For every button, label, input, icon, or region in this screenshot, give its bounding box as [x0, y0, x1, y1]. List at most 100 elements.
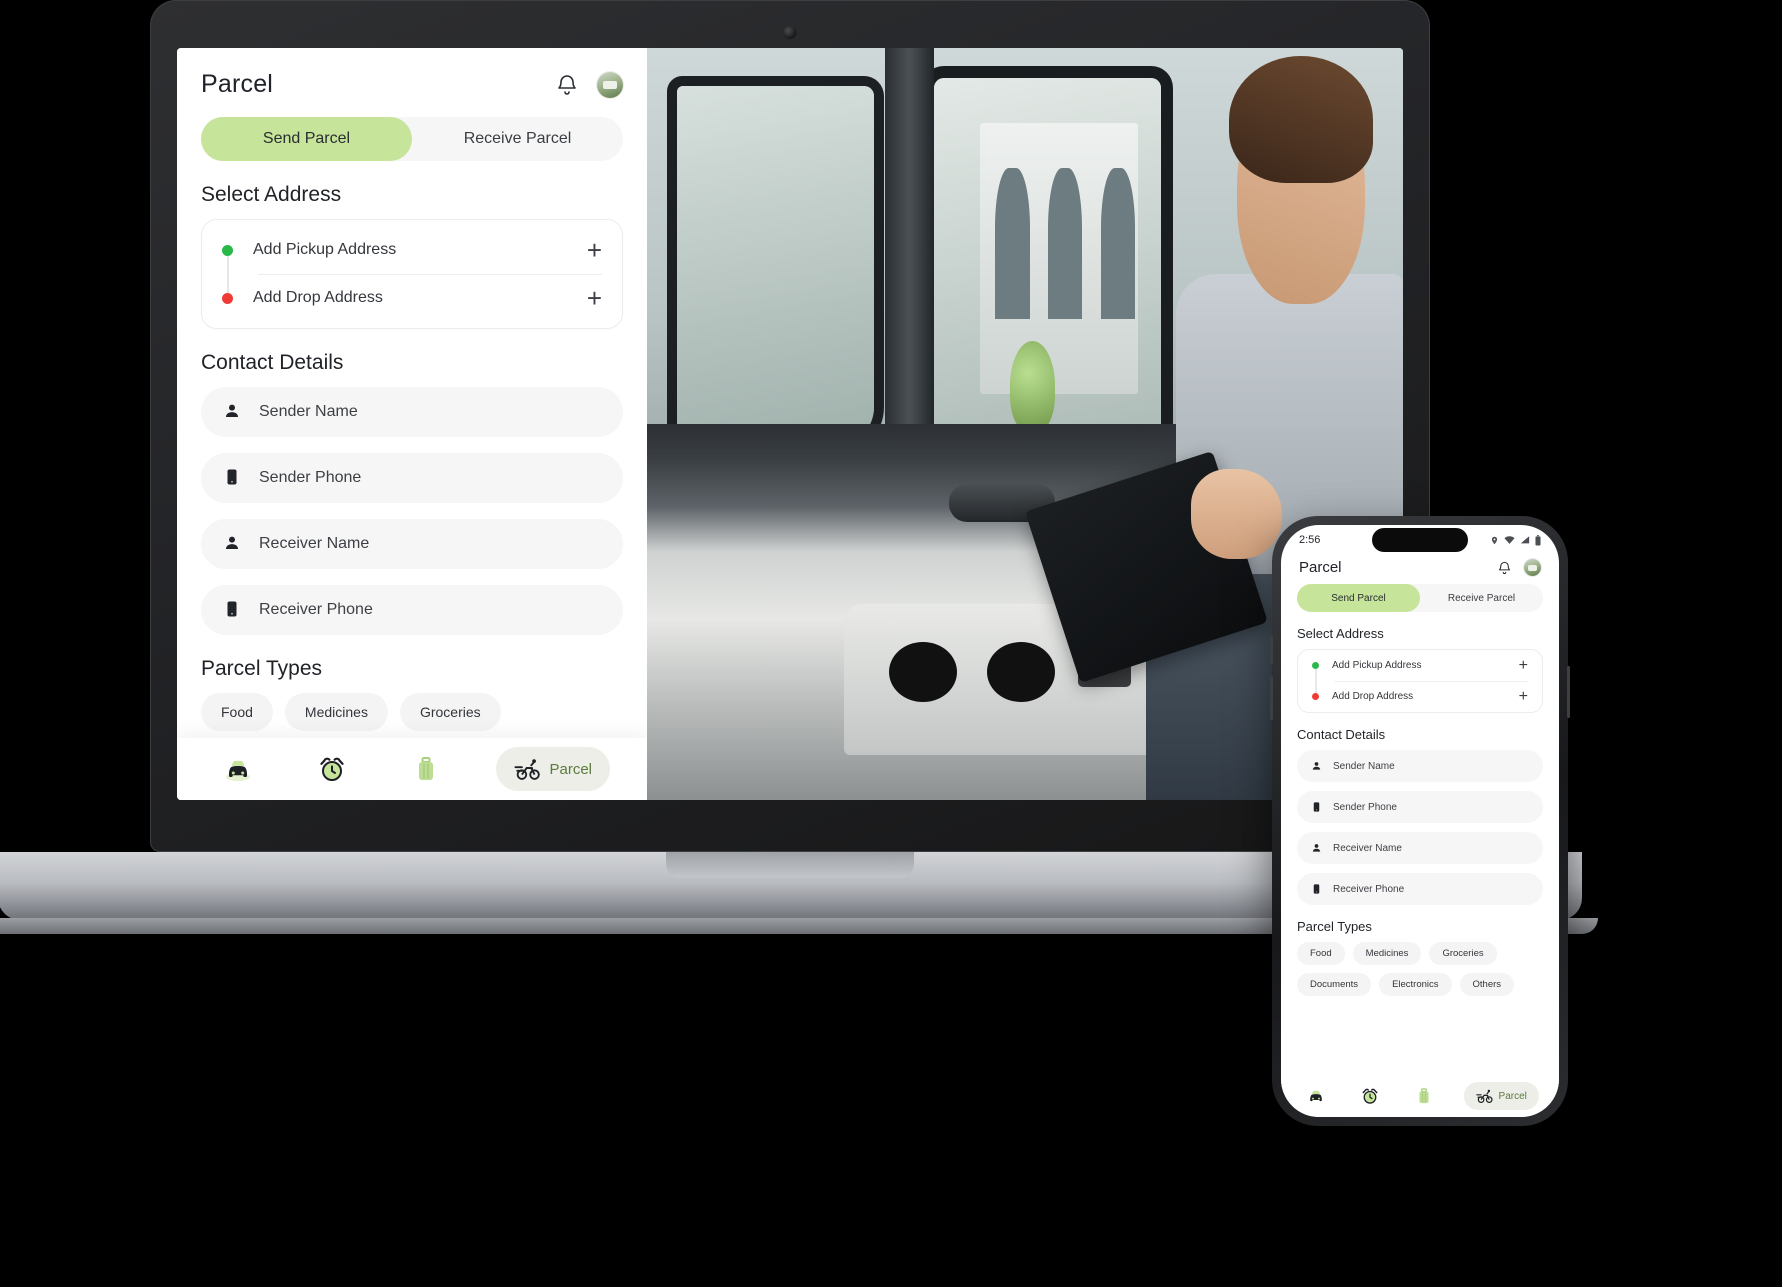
phone-add-drop-plus-icon[interactable]: +: [1519, 688, 1528, 705]
pickup-dot-icon: [222, 244, 233, 256]
photo-cupholder-1: [888, 642, 957, 703]
phone-receiver-phone-input[interactable]: Receiver Phone: [1297, 873, 1543, 905]
phone-volume-button[interactable]: [1270, 676, 1273, 720]
avatar[interactable]: [1524, 559, 1541, 576]
photo-passenger-hand: [1191, 469, 1283, 560]
phone-nav-item-schedule[interactable]: [1355, 1082, 1385, 1110]
phone-nav-item-parcel[interactable]: Parcel: [1463, 1082, 1539, 1110]
location-pin-icon: [1491, 536, 1498, 544]
pickup-dot-icon: [1312, 662, 1319, 669]
sender-phone-input[interactable]: Sender Phone: [201, 453, 623, 503]
sender-name-label: Sender Name: [259, 403, 358, 420]
app-header: Parcel: [177, 48, 647, 109]
laptop-base-notch: [666, 852, 914, 878]
phone-nav-label-parcel: Parcel: [1498, 1090, 1527, 1102]
phone-parcel-types-title: Parcel Types: [1297, 919, 1372, 934]
bike-icon: [513, 755, 542, 783]
chip-food[interactable]: Food: [201, 693, 273, 731]
drop-address-label: Add Drop Address: [253, 289, 383, 306]
bell-icon[interactable]: [555, 72, 579, 98]
tab-receive-parcel[interactable]: Receive Parcel: [412, 117, 623, 161]
address-card: Add Pickup Address + Add Drop Address +: [201, 219, 623, 329]
chip-medicines[interactable]: Medicines: [284, 693, 388, 731]
chip-groceries[interactable]: Groceries: [399, 693, 501, 731]
phone-chip-others[interactable]: Others: [1459, 973, 1515, 996]
alarm-clock-icon: [1361, 1087, 1379, 1105]
page-title: Parcel: [201, 70, 274, 98]
phone-row-add-drop-address[interactable]: Add Drop Address +: [1298, 681, 1542, 712]
phone-sender-name-input[interactable]: Sender Name: [1297, 750, 1543, 782]
phone-header-actions: [1497, 559, 1541, 576]
nav-item-schedule[interactable]: [308, 747, 356, 791]
suitcase-icon: [412, 755, 440, 783]
phone-display: 2:56 Parcel Send Parcel Receive Parcel S…: [1281, 525, 1559, 1117]
contact-details-title: Contact Details: [201, 351, 344, 374]
phone-select-address-title: Select Address: [1297, 626, 1384, 641]
laptop-mockup: Parcel Send Parcel Receive Parcel Select…: [0, 0, 1598, 1000]
sender-phone-label: Sender Phone: [259, 469, 362, 486]
phone-receiver-name-input[interactable]: Receiver Name: [1297, 832, 1543, 864]
sender-name-input[interactable]: Sender Name: [201, 387, 623, 437]
receiver-name-input[interactable]: Receiver Name: [201, 519, 623, 569]
photo-window-left: [677, 85, 874, 447]
phone-sender-name-label: Sender Name: [1333, 760, 1395, 772]
phone-chip-food[interactable]: Food: [1297, 942, 1345, 965]
tab-send-parcel[interactable]: Send Parcel: [201, 117, 412, 161]
suitcase-icon: [1415, 1087, 1433, 1105]
row-add-drop-address[interactable]: Add Drop Address +: [202, 274, 622, 322]
bell-icon[interactable]: [1497, 560, 1512, 576]
phone-icon: [223, 600, 241, 620]
wifi-icon: [1504, 536, 1515, 544]
add-drop-plus-icon[interactable]: +: [587, 285, 602, 311]
phone-tab-receive-parcel[interactable]: Receive Parcel: [1420, 584, 1543, 612]
phone-mute-button[interactable]: [1270, 636, 1273, 664]
phone-contact-details-title: Contact Details: [1297, 727, 1386, 742]
parcel-mode-tabs: Send Parcel Receive Parcel: [201, 117, 623, 161]
receiver-name-label: Receiver Name: [259, 535, 370, 552]
avatar[interactable]: [597, 71, 623, 98]
signal-icon: [1520, 536, 1530, 544]
phone-bottom-navigation: Parcel: [1281, 1075, 1559, 1117]
receiver-phone-label: Receiver Phone: [259, 601, 373, 618]
nav-item-luggage[interactable]: [402, 747, 450, 791]
header-actions: [555, 71, 623, 98]
phone-address-card: Add Pickup Address + Add Drop Address +: [1297, 649, 1543, 713]
phone-power-button[interactable]: [1567, 666, 1570, 718]
phone-chip-medicines[interactable]: Medicines: [1352, 942, 1422, 965]
phone-nav-item-ride[interactable]: [1301, 1082, 1331, 1110]
photo-passenger-hair: [1229, 55, 1373, 184]
status-time: 2:56: [1299, 534, 1321, 546]
nav-item-parcel[interactable]: Parcel: [495, 747, 611, 791]
person-icon: [223, 534, 241, 554]
phone-chip-documents[interactable]: Documents: [1297, 973, 1372, 996]
drop-dot-icon: [222, 292, 233, 304]
photo-cupholder-2: [987, 642, 1056, 703]
phone-parcel-type-chips: Food Medicines Groceries Documents Elect…: [1297, 942, 1543, 996]
parcel-types-title: Parcel Types: [201, 657, 323, 680]
phone-add-pickup-plus-icon[interactable]: +: [1519, 657, 1528, 674]
phone-chip-electronics[interactable]: Electronics: [1379, 973, 1452, 996]
phone-row-add-pickup-address[interactable]: Add Pickup Address +: [1298, 650, 1542, 681]
drop-dot-icon: [1312, 693, 1319, 700]
add-pickup-plus-icon[interactable]: +: [587, 237, 602, 263]
phone-chip-groceries[interactable]: Groceries: [1429, 942, 1497, 965]
phone-tab-send-parcel[interactable]: Send Parcel: [1297, 584, 1420, 612]
photo-arch-1: [994, 168, 1030, 319]
person-icon: [1311, 842, 1322, 854]
nav-item-ride[interactable]: [214, 747, 262, 791]
bike-icon: [1475, 1087, 1494, 1105]
laptop-display: Parcel Send Parcel Receive Parcel Select…: [177, 48, 1403, 800]
row-add-pickup-address[interactable]: Add Pickup Address +: [202, 226, 622, 274]
phone-icon: [1311, 883, 1322, 895]
app-screen: Parcel Send Parcel Receive Parcel Select…: [177, 48, 1403, 800]
alarm-clock-icon: [318, 755, 346, 783]
receiver-phone-input[interactable]: Receiver Phone: [201, 585, 623, 635]
phone-nav-item-luggage[interactable]: [1409, 1082, 1439, 1110]
phone-icon: [223, 468, 241, 488]
phone-sender-phone-input[interactable]: Sender Phone: [1297, 791, 1543, 823]
scene: Parcel Send Parcel Receive Parcel Select…: [0, 0, 1782, 1287]
phone-receiver-name-label: Receiver Name: [1333, 842, 1402, 854]
phone-app-body: Parcel Send Parcel Receive Parcel Select…: [1281, 549, 1559, 1117]
car-icon: [1307, 1087, 1325, 1105]
app-scroll-body: Send Parcel Receive Parcel Select Addres…: [177, 109, 647, 800]
